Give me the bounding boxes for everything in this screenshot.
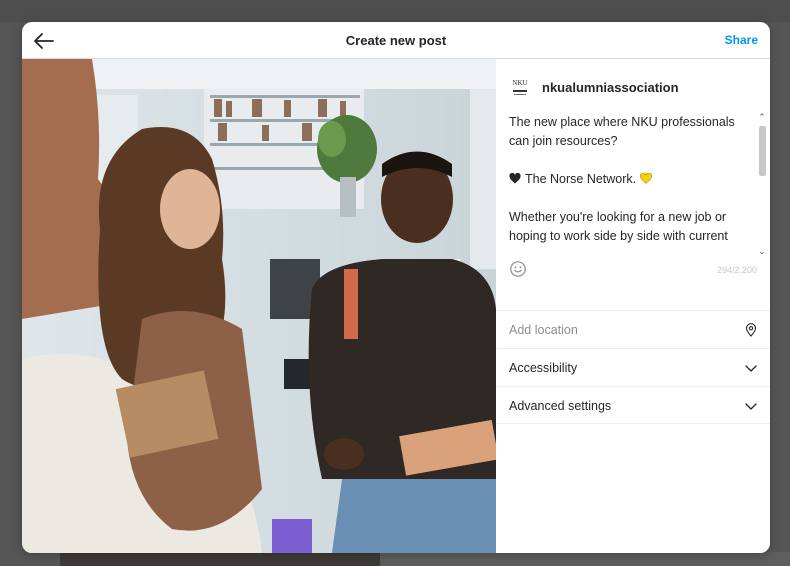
create-post-dialog: Create new post Share NKU nkualumniassoc… [22,22,770,553]
username: nkualumniassociation [542,79,679,95]
author-row: NKU nkualumniassociation [510,74,679,100]
emoji-button[interactable] [509,260,527,278]
avatar-logo-line [514,93,526,95]
caption-line: Whether you're looking for a new job or … [509,210,728,243]
post-image [22,59,496,553]
add-location-input[interactable]: Add location [509,323,578,337]
caption-textarea[interactable]: The new place where NKU professionals ca… [509,113,752,251]
backdrop-strip-bottom-right [380,552,790,566]
post-details-panel: NKU nkualumniassociation The new place w… [496,59,770,553]
backdrop-strip-top [0,0,790,22]
advanced-settings-row[interactable]: Advanced settings [496,386,770,424]
post-photo-illustration [22,59,496,553]
caption-network-name: The Norse Network. [525,172,637,186]
add-location-row[interactable]: Add location [496,310,770,348]
scroll-down-icon[interactable]: ⌄ [757,246,767,256]
character-count: 294/2,200 [716,265,757,275]
scroll-up-icon[interactable]: ⌃ [757,112,767,122]
caption-scrollbar[interactable]: ⌃ ⌄ [757,110,767,256]
yellow-heart-icon [640,173,652,184]
chevron-down-icon [745,403,757,410]
black-heart-icon [509,173,521,184]
dialog-header: Create new post Share [22,22,770,59]
dialog-title: Create new post [345,33,447,48]
chevron-down-icon [745,365,757,372]
accessibility-label: Accessibility [509,361,578,375]
caption-line: The new place where NKU professionals ca… [509,115,735,148]
caption-line: The Norse Network. [509,170,752,189]
avatar-logo-bar [513,89,527,92]
smiley-icon [510,261,526,277]
scrollbar-thumb[interactable] [759,126,766,176]
share-button[interactable]: Share [725,33,758,47]
avatar: NKU [510,76,530,98]
accessibility-row[interactable]: Accessibility [496,348,770,386]
avatar-logo-text: NKU [512,78,528,87]
location-pin-icon [745,323,757,337]
advanced-settings-label: Advanced settings [509,399,612,413]
